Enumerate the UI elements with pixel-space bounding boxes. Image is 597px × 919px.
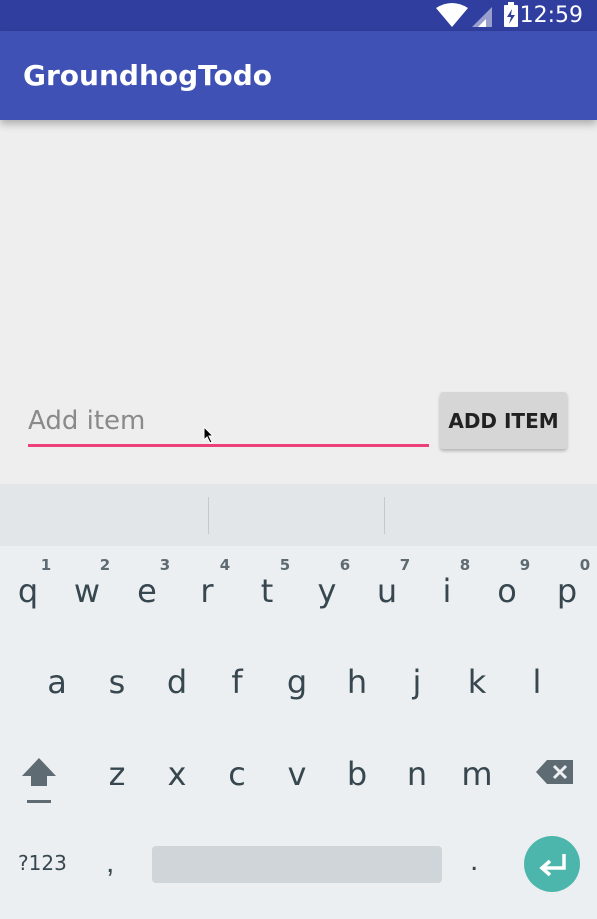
add-item-input[interactable]: Add item: [28, 400, 429, 447]
key-i[interactable]: i: [427, 572, 467, 610]
key-e[interactable]: e: [127, 572, 167, 610]
key-n[interactable]: n: [397, 755, 437, 793]
app-bar: GroundhogTodo: [0, 31, 597, 120]
key-hint-5: 5: [279, 556, 291, 574]
backspace-icon[interactable]: [535, 758, 575, 786]
key-k[interactable]: k: [457, 663, 497, 701]
soft-keyboard: qwertyuiop 1 2 3 4 5 6 7 8 9 0 asdfghjkl zxcvbnm ?12…: [0, 546, 597, 919]
key-u[interactable]: u: [367, 572, 407, 610]
key-m[interactable]: m: [457, 755, 497, 793]
key-c[interactable]: c: [217, 755, 257, 793]
symbols-key[interactable]: ?123: [18, 851, 67, 875]
key-hint-2: 2: [99, 556, 111, 574]
enter-key[interactable]: [524, 836, 580, 892]
key-l[interactable]: l: [517, 663, 557, 701]
key-z[interactable]: z: [97, 755, 137, 793]
status-icons: [436, 2, 518, 27]
key-hint-3: 3: [159, 556, 171, 574]
key-w[interactable]: w: [67, 572, 107, 610]
key-t[interactable]: t: [247, 572, 287, 610]
key-a[interactable]: a: [37, 663, 77, 701]
key-x[interactable]: x: [157, 755, 197, 793]
add-item-button[interactable]: ADD ITEM: [440, 392, 567, 449]
period-key[interactable]: .: [470, 844, 478, 878]
key-y[interactable]: y: [307, 572, 347, 610]
shift-icon[interactable]: [20, 756, 58, 806]
add-item-button-label: ADD ITEM: [448, 408, 559, 433]
key-j[interactable]: j: [397, 663, 437, 701]
key-o[interactable]: o: [487, 572, 527, 610]
key-hint-4: 4: [219, 556, 231, 574]
wifi-icon: [436, 3, 468, 27]
spacebar-key[interactable]: [152, 846, 442, 883]
key-hint-0: 0: [579, 556, 591, 574]
key-v[interactable]: v: [277, 755, 317, 793]
suggestion-divider: [384, 497, 385, 534]
comma-key[interactable]: ,: [106, 846, 114, 880]
key-hint-6: 6: [339, 556, 351, 574]
app-title: GroundhogTodo: [23, 59, 273, 92]
battery-charging-icon: [504, 2, 518, 27]
key-b[interactable]: b: [337, 755, 377, 793]
key-hint-7: 7: [399, 556, 411, 574]
add-item-placeholder: Add item: [28, 406, 146, 436]
key-h[interactable]: h: [337, 663, 377, 701]
key-hint-8: 8: [459, 556, 471, 574]
suggestion-strip: [0, 484, 597, 546]
key-s[interactable]: s: [97, 663, 137, 701]
key-p[interactable]: p: [547, 572, 587, 610]
suggestion-divider: [208, 497, 209, 534]
enter-icon: [539, 854, 566, 877]
key-q[interactable]: q: [8, 572, 48, 610]
key-r[interactable]: r: [187, 572, 227, 610]
status-bar: 12:59: [0, 0, 597, 31]
key-g[interactable]: g: [277, 663, 317, 701]
key-d[interactable]: d: [157, 663, 197, 701]
key-hint-1: 1: [40, 556, 52, 574]
key-f[interactable]: f: [217, 663, 257, 701]
mouse-pointer-icon: [203, 426, 215, 444]
input-underline: [28, 444, 429, 447]
key-hint-9: 9: [519, 556, 531, 574]
status-time: 12:59: [519, 3, 583, 28]
